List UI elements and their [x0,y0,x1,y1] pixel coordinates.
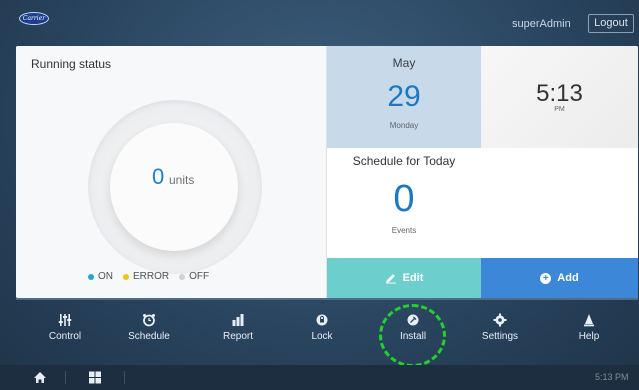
legend-off-label: OFF [189,271,210,282]
status-legend: ON ERROR OFF [88,271,209,282]
legend-on: ON [88,271,113,282]
help-icon [584,313,594,326]
pencil-icon [385,274,396,284]
edit-label: Edit [402,272,424,284]
events-label: Events [391,226,417,235]
units-label: units [169,173,195,187]
running-status-panel: Running status 0 units ON ERROR OFF [16,46,327,298]
dashboard-panel: Running status 0 units ON ERROR OFF May … [16,46,638,298]
date-day: 29 [387,80,421,113]
nav-help[interactable]: Help [554,302,624,352]
nav-report[interactable]: Report [203,302,273,352]
off-dot-icon [179,273,186,280]
date-month: May [392,56,416,70]
nav-schedule-label: Schedule [128,330,170,342]
taskbar-clock: 5:13 PM [595,372,629,382]
time-tile: 5:13 PM [481,46,638,148]
legend-error: ERROR [123,271,169,282]
legend-on-label: ON [98,271,113,282]
logout-button[interactable]: Logout [588,14,634,33]
nav-schedule[interactable]: Schedule [114,302,184,352]
nav-settings[interactable]: Settings [465,302,535,352]
events-count: 0 [393,178,415,220]
schedule-today-panel: Schedule for Today 0 Events [327,148,638,258]
nav-lock[interactable]: Lock [287,302,357,352]
plus-circle-icon: + [540,272,552,284]
alarm-clock-icon [143,313,155,326]
edit-schedule-button[interactable]: Edit [327,258,481,298]
add-label: Add [557,272,579,284]
running-status-title: Running status [31,57,112,71]
taskbar-separator [124,371,125,384]
date-weekday: Monday [389,121,419,130]
lock-icon [316,314,328,325]
gear-icon [493,313,507,326]
nav-help-label: Help [578,330,600,342]
bar-chart-icon [232,313,244,326]
bottom-nav: Control Schedule Report Lock Install Set… [0,302,639,352]
sliders-icon [58,313,72,326]
top-bar: Carrier superAdmin Logout [0,0,639,40]
time-value: 5:13 [536,80,583,107]
nav-settings-label: Settings [481,330,519,342]
carrier-logo: Carrier [19,12,49,25]
username: superAdmin [512,18,571,30]
nav-report-label: Report [222,330,253,342]
status-dial [110,123,238,251]
schedule-title: Schedule for Today [352,154,456,168]
nav-control[interactable]: Control [30,302,100,352]
nav-control-label: Control [48,330,82,342]
add-schedule-button[interactable]: + Add [481,258,638,298]
time-ampm: PM [554,106,565,113]
grid-icon[interactable] [88,371,102,384]
install-highlight-marker [379,304,446,367]
nav-divider [16,298,638,300]
taskbar: 5:13 PM [0,365,639,390]
date-tile: May 29 Monday [327,46,481,148]
legend-error-label: ERROR [133,271,170,282]
taskbar-separator [65,371,66,384]
units-count: 0 [152,164,165,189]
on-dot-icon [88,273,94,280]
nav-lock-label: Lock [311,330,333,342]
error-dot-icon [123,273,129,280]
legend-off: OFF [179,271,209,282]
home-icon[interactable] [33,371,47,384]
